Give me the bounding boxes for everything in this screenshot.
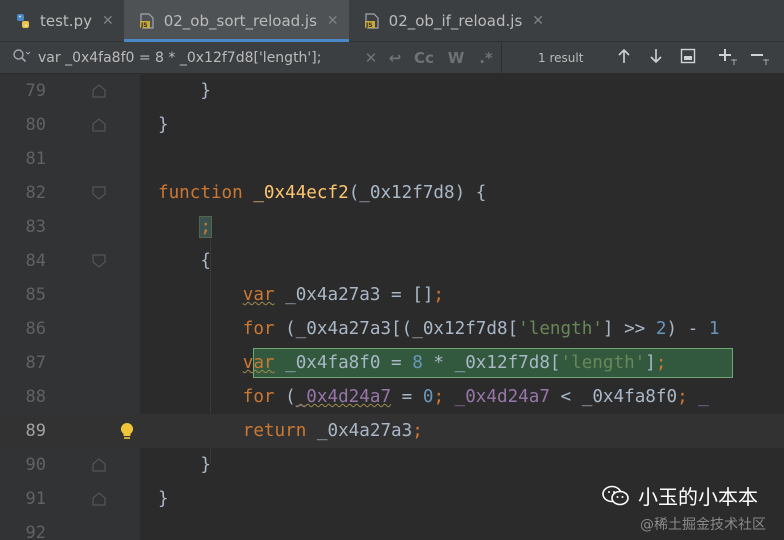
- fold-end-icon[interactable]: [91, 83, 107, 99]
- code-text: }: [158, 455, 211, 475]
- search-icon[interactable]: [12, 48, 31, 68]
- code-text: }: [158, 115, 169, 135]
- code-line: 80 }: [0, 108, 784, 142]
- svg-text:JS: JS: [365, 22, 373, 29]
- svg-text:JS: JS: [140, 22, 148, 29]
- code-text: return _0x4a27a3;: [242, 421, 423, 441]
- result-count: 1 result: [538, 50, 584, 65]
- code-text: function _0x44ecf2(_0x12f7d8) {: [158, 183, 487, 203]
- code-line: 84 {: [0, 244, 784, 278]
- line-number: 81: [25, 149, 46, 169]
- clear-search-icon[interactable]: ✕: [359, 49, 383, 67]
- find-bar: var _0x4fa8f0 = 8 * _0x12f7d8['length'];…: [0, 41, 784, 74]
- code-line: 90 }: [0, 448, 784, 482]
- code-text: var _0x4fa8f0 = 8 * _0x12f7d8['length'];: [242, 353, 667, 373]
- watermark-label: 小玉的小本本: [638, 485, 758, 509]
- lightbulb-icon[interactable]: [119, 422, 135, 442]
- js-file-icon: JS: [138, 12, 156, 30]
- line-number: 88: [25, 387, 46, 407]
- close-icon[interactable]: ✕: [327, 13, 339, 29]
- add-occurrence-icon[interactable]: [712, 47, 744, 69]
- code-text: for (_0x4a27a3[(_0x12f7d8['length'] >> 2…: [242, 319, 720, 339]
- wechat-icon: [602, 485, 629, 505]
- code-line: 85 var _0x4a27a3 = [];: [0, 278, 784, 312]
- code-line: 81: [0, 142, 784, 176]
- tab-label: 02_ob_if_reload.js: [388, 12, 523, 30]
- python-file-icon: [14, 12, 32, 30]
- code-text: var _0x4a27a3 = [];: [242, 285, 445, 305]
- line-number: 82: [25, 183, 46, 203]
- watermark-sub-label: @稀土掘金技术社区: [640, 517, 766, 533]
- fold-end-icon[interactable]: [91, 457, 107, 473]
- fold-end-icon[interactable]: [91, 491, 107, 507]
- next-occurrence-icon[interactable]: [640, 48, 672, 68]
- line-number: 79: [25, 81, 46, 101]
- code-line: 87 var _0x4fa8f0 = 8 * _0x12f7d8['length…: [0, 346, 784, 380]
- code-line: 83 ;: [0, 210, 784, 244]
- code-text: for (_0x4d24a7 = 0; _0x4d24a7 < _0x4fa8f…: [242, 387, 709, 407]
- search-controls: 1 result: [502, 42, 784, 74]
- search-input[interactable]: var _0x4fa8f0 = 8 * _0x12f7d8['length'];: [38, 50, 359, 66]
- code-editor[interactable]: 79 } 80 } 81 82 function _0x44ecf2(_0x12…: [0, 74, 784, 540]
- regex-toggle[interactable]: .*: [471, 49, 501, 67]
- code-text: {: [158, 251, 211, 271]
- new-line-icon[interactable]: ↩: [383, 49, 407, 67]
- line-number: 83: [25, 217, 46, 237]
- line-number: 80: [25, 115, 46, 135]
- code-text: }: [158, 489, 169, 509]
- code-text: }: [158, 81, 211, 101]
- match-case-toggle[interactable]: Cc: [407, 49, 441, 67]
- code-line-current: 89 return _0x4a27a3;: [0, 414, 784, 448]
- js-file-icon: JS: [363, 12, 381, 30]
- fold-start-icon[interactable]: [91, 253, 107, 269]
- tab-02-ob-if-reload-js[interactable]: JS 02_ob_if_reload.js ✕: [349, 0, 554, 42]
- line-number: 86: [25, 319, 46, 339]
- line-number: 85: [25, 285, 46, 305]
- tab-02-ob-sort-reload-js[interactable]: JS 02_ob_sort_reload.js ✕: [123, 0, 349, 42]
- search-field-container: var _0x4fa8f0 = 8 * _0x12f7d8['length'];…: [0, 41, 502, 74]
- in-selection-icon[interactable]: [672, 48, 704, 68]
- fold-start-icon[interactable]: [91, 185, 107, 201]
- tab-test-py[interactable]: test.py ✕: [0, 0, 124, 42]
- close-icon[interactable]: ✕: [532, 13, 544, 29]
- code-line: 82 function _0x44ecf2(_0x12f7d8) {: [0, 176, 784, 210]
- close-icon[interactable]: ✕: [102, 13, 114, 29]
- editor-tab-bar: test.py ✕ JS 02_ob_sort_reload.js ✕ JS 0…: [0, 0, 784, 42]
- words-toggle[interactable]: W: [441, 49, 471, 67]
- fold-end-icon[interactable]: [91, 117, 107, 133]
- line-number: 90: [25, 455, 46, 475]
- tab-label: test.py: [40, 12, 92, 30]
- code-line: 79 }: [0, 74, 784, 108]
- watermark: 小玉的小本本: [602, 481, 758, 510]
- remove-occurrence-icon[interactable]: [744, 47, 776, 69]
- line-number: 89: [25, 421, 46, 441]
- code-text: ;: [199, 216, 212, 238]
- line-number: 87: [25, 353, 46, 373]
- line-number: 92: [25, 523, 46, 540]
- tab-label: 02_ob_sort_reload.js: [163, 12, 317, 30]
- code-line: 86 for (_0x4a27a3[(_0x12f7d8['length'] >…: [0, 312, 784, 346]
- line-number: 91: [25, 489, 46, 509]
- previous-occurrence-icon[interactable]: [608, 48, 640, 68]
- code-line: 88 for (_0x4d24a7 = 0; _0x4d24a7 < _0x4f…: [0, 380, 784, 414]
- line-number: 84: [25, 251, 46, 271]
